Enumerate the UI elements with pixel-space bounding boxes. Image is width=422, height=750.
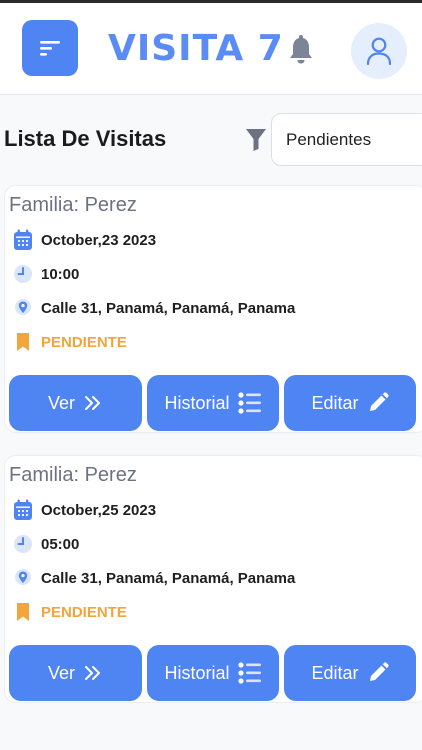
list-icon xyxy=(237,392,261,414)
visit-status-row: PENDIENTE xyxy=(13,330,127,354)
profile-button[interactable] xyxy=(351,23,407,79)
visit-card: Familia: Perez October,25 2023 05:00 Cal… xyxy=(4,455,422,703)
page-title: Lista De Visitas xyxy=(4,126,167,151)
visit-status-row: PENDIENTE xyxy=(13,600,127,624)
filter-icon[interactable] xyxy=(245,128,267,152)
pencil-icon xyxy=(369,662,389,681)
location-pin-icon xyxy=(15,299,31,315)
menu-button[interactable] xyxy=(22,20,78,76)
edit-button[interactable]: Editar xyxy=(284,375,416,431)
visit-date-row: October,25 2023 xyxy=(13,498,156,522)
view-button-label: Ver xyxy=(47,662,76,683)
edit-button-label: Editar xyxy=(311,662,359,683)
edit-button[interactable]: Editar xyxy=(284,645,416,701)
view-button[interactable]: Ver xyxy=(9,645,142,701)
app-logo: VISITA 7 xyxy=(108,28,284,69)
visit-time-row: 10:00 xyxy=(13,262,79,286)
visit-date-row: October,23 2023 xyxy=(13,228,156,252)
visit-card: Familia: Perez October,23 2023 10:00 Cal… xyxy=(4,185,422,433)
status-badge: PENDIENTE xyxy=(41,333,127,351)
bookmark-icon xyxy=(17,603,29,621)
list-icon xyxy=(237,662,261,684)
status-badge: PENDIENTE xyxy=(41,603,127,621)
calendar-icon xyxy=(14,499,32,520)
visit-time: 05:00 xyxy=(41,535,80,553)
user-icon xyxy=(366,37,392,65)
double-chevron-right-icon xyxy=(85,396,101,410)
double-chevron-right-icon xyxy=(85,666,101,680)
status-filter-select[interactable]: Pendientes xyxy=(271,113,422,166)
family-name: Familia: Perez xyxy=(9,194,137,216)
clock-icon xyxy=(14,265,32,283)
history-button-label: Historial xyxy=(164,392,230,413)
pencil-icon xyxy=(369,392,389,411)
menu-icon xyxy=(40,41,60,56)
view-button-label: Ver xyxy=(47,392,76,413)
visit-address-row: Calle 31, Panamá, Panamá, Panama xyxy=(13,296,295,320)
calendar-icon xyxy=(14,229,32,250)
visit-time-row: 05:00 xyxy=(13,532,79,556)
history-button-label: Historial xyxy=(164,662,230,683)
visit-time: 10:00 xyxy=(41,265,80,283)
bell-icon[interactable] xyxy=(287,33,315,65)
visit-address-row: Calle 31, Panamá, Panamá, Panama xyxy=(13,566,295,590)
clock-icon xyxy=(14,535,32,553)
visit-date: October,25 2023 xyxy=(41,501,157,519)
app-header: VISITA 7 xyxy=(0,3,422,95)
view-button[interactable]: Ver xyxy=(9,375,142,431)
visit-address: Calle 31, Panamá, Panamá, Panama xyxy=(41,299,296,317)
visit-date: October,23 2023 xyxy=(41,231,157,249)
visit-address: Calle 31, Panamá, Panamá, Panama xyxy=(41,569,296,587)
location-pin-icon xyxy=(15,569,31,585)
history-button[interactable]: Historial xyxy=(147,645,279,701)
family-name: Familia: Perez xyxy=(9,464,137,486)
edit-button-label: Editar xyxy=(311,392,359,413)
bookmark-icon xyxy=(17,333,29,351)
history-button[interactable]: Historial xyxy=(147,375,279,431)
